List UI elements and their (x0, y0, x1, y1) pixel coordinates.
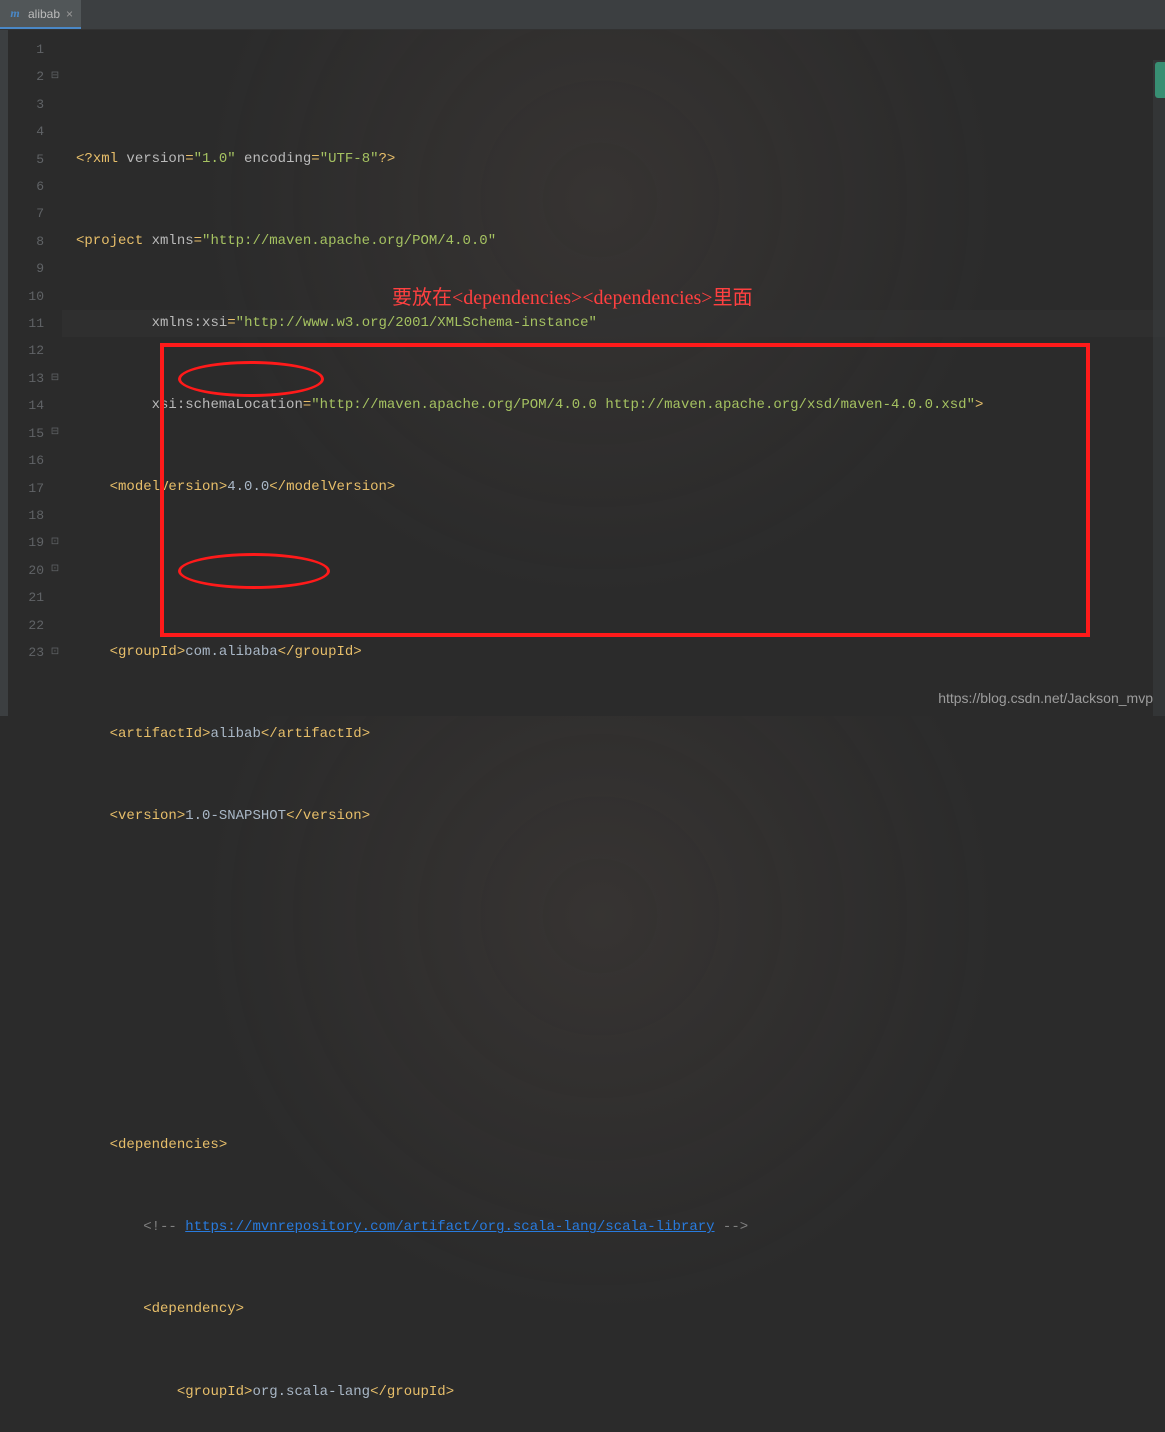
code-line: <modelVersion>4.0.0</modelVersion> (76, 474, 1165, 501)
code-line: xsi:schemaLocation="http://maven.apache.… (76, 392, 1165, 419)
code-line: <project xmlns="http://maven.apache.org/… (76, 228, 1165, 255)
file-tab[interactable]: m alibab × (0, 0, 81, 29)
line-numbers: 1234567891011121314151617181920212223 (8, 30, 48, 716)
code-line (76, 557, 1165, 584)
fold-gutter[interactable]: ⊟⊟⊟⊡⊡⊡ (48, 30, 62, 716)
code-area[interactable]: <?xml version="1.0" encoding="UTF-8"?> <… (62, 30, 1165, 716)
code-line (76, 885, 1165, 912)
annotation-text: 要放在<dependencies><dependencies>里面 (392, 285, 753, 312)
code-line: <!-- https://mvnrepository.com/artifact/… (76, 1214, 1165, 1241)
watermark: https://blog.csdn.net/Jackson_mvp (938, 690, 1153, 706)
close-icon[interactable]: × (66, 7, 73, 21)
code-line (76, 968, 1165, 995)
code-line: <groupId>com.alibaba</groupId> (76, 639, 1165, 666)
code-line (76, 1050, 1165, 1077)
code-line: <dependency> (76, 1296, 1165, 1323)
code-line: <?xml version="1.0" encoding="UTF-8"?> (76, 146, 1165, 173)
maven-icon: m (8, 7, 22, 21)
tab-bar: m alibab × (0, 0, 1165, 30)
code-line: xmlns:xsi="http://www.w3.org/2001/XMLSch… (76, 310, 1165, 337)
editor[interactable]: 1234567891011121314151617181920212223 ⊟⊟… (0, 30, 1165, 716)
gutter-strip (0, 30, 8, 716)
tab-title: alibab (28, 7, 60, 21)
code-line: <groupId>org.scala-lang</groupId> (76, 1379, 1165, 1406)
code-line: <artifactId>alibab</artifactId> (76, 721, 1165, 748)
code-line: <dependencies> (76, 1132, 1165, 1159)
code-line: <version>1.0-SNAPSHOT</version> (76, 803, 1165, 830)
side-panel-toggle[interactable] (1155, 62, 1165, 98)
